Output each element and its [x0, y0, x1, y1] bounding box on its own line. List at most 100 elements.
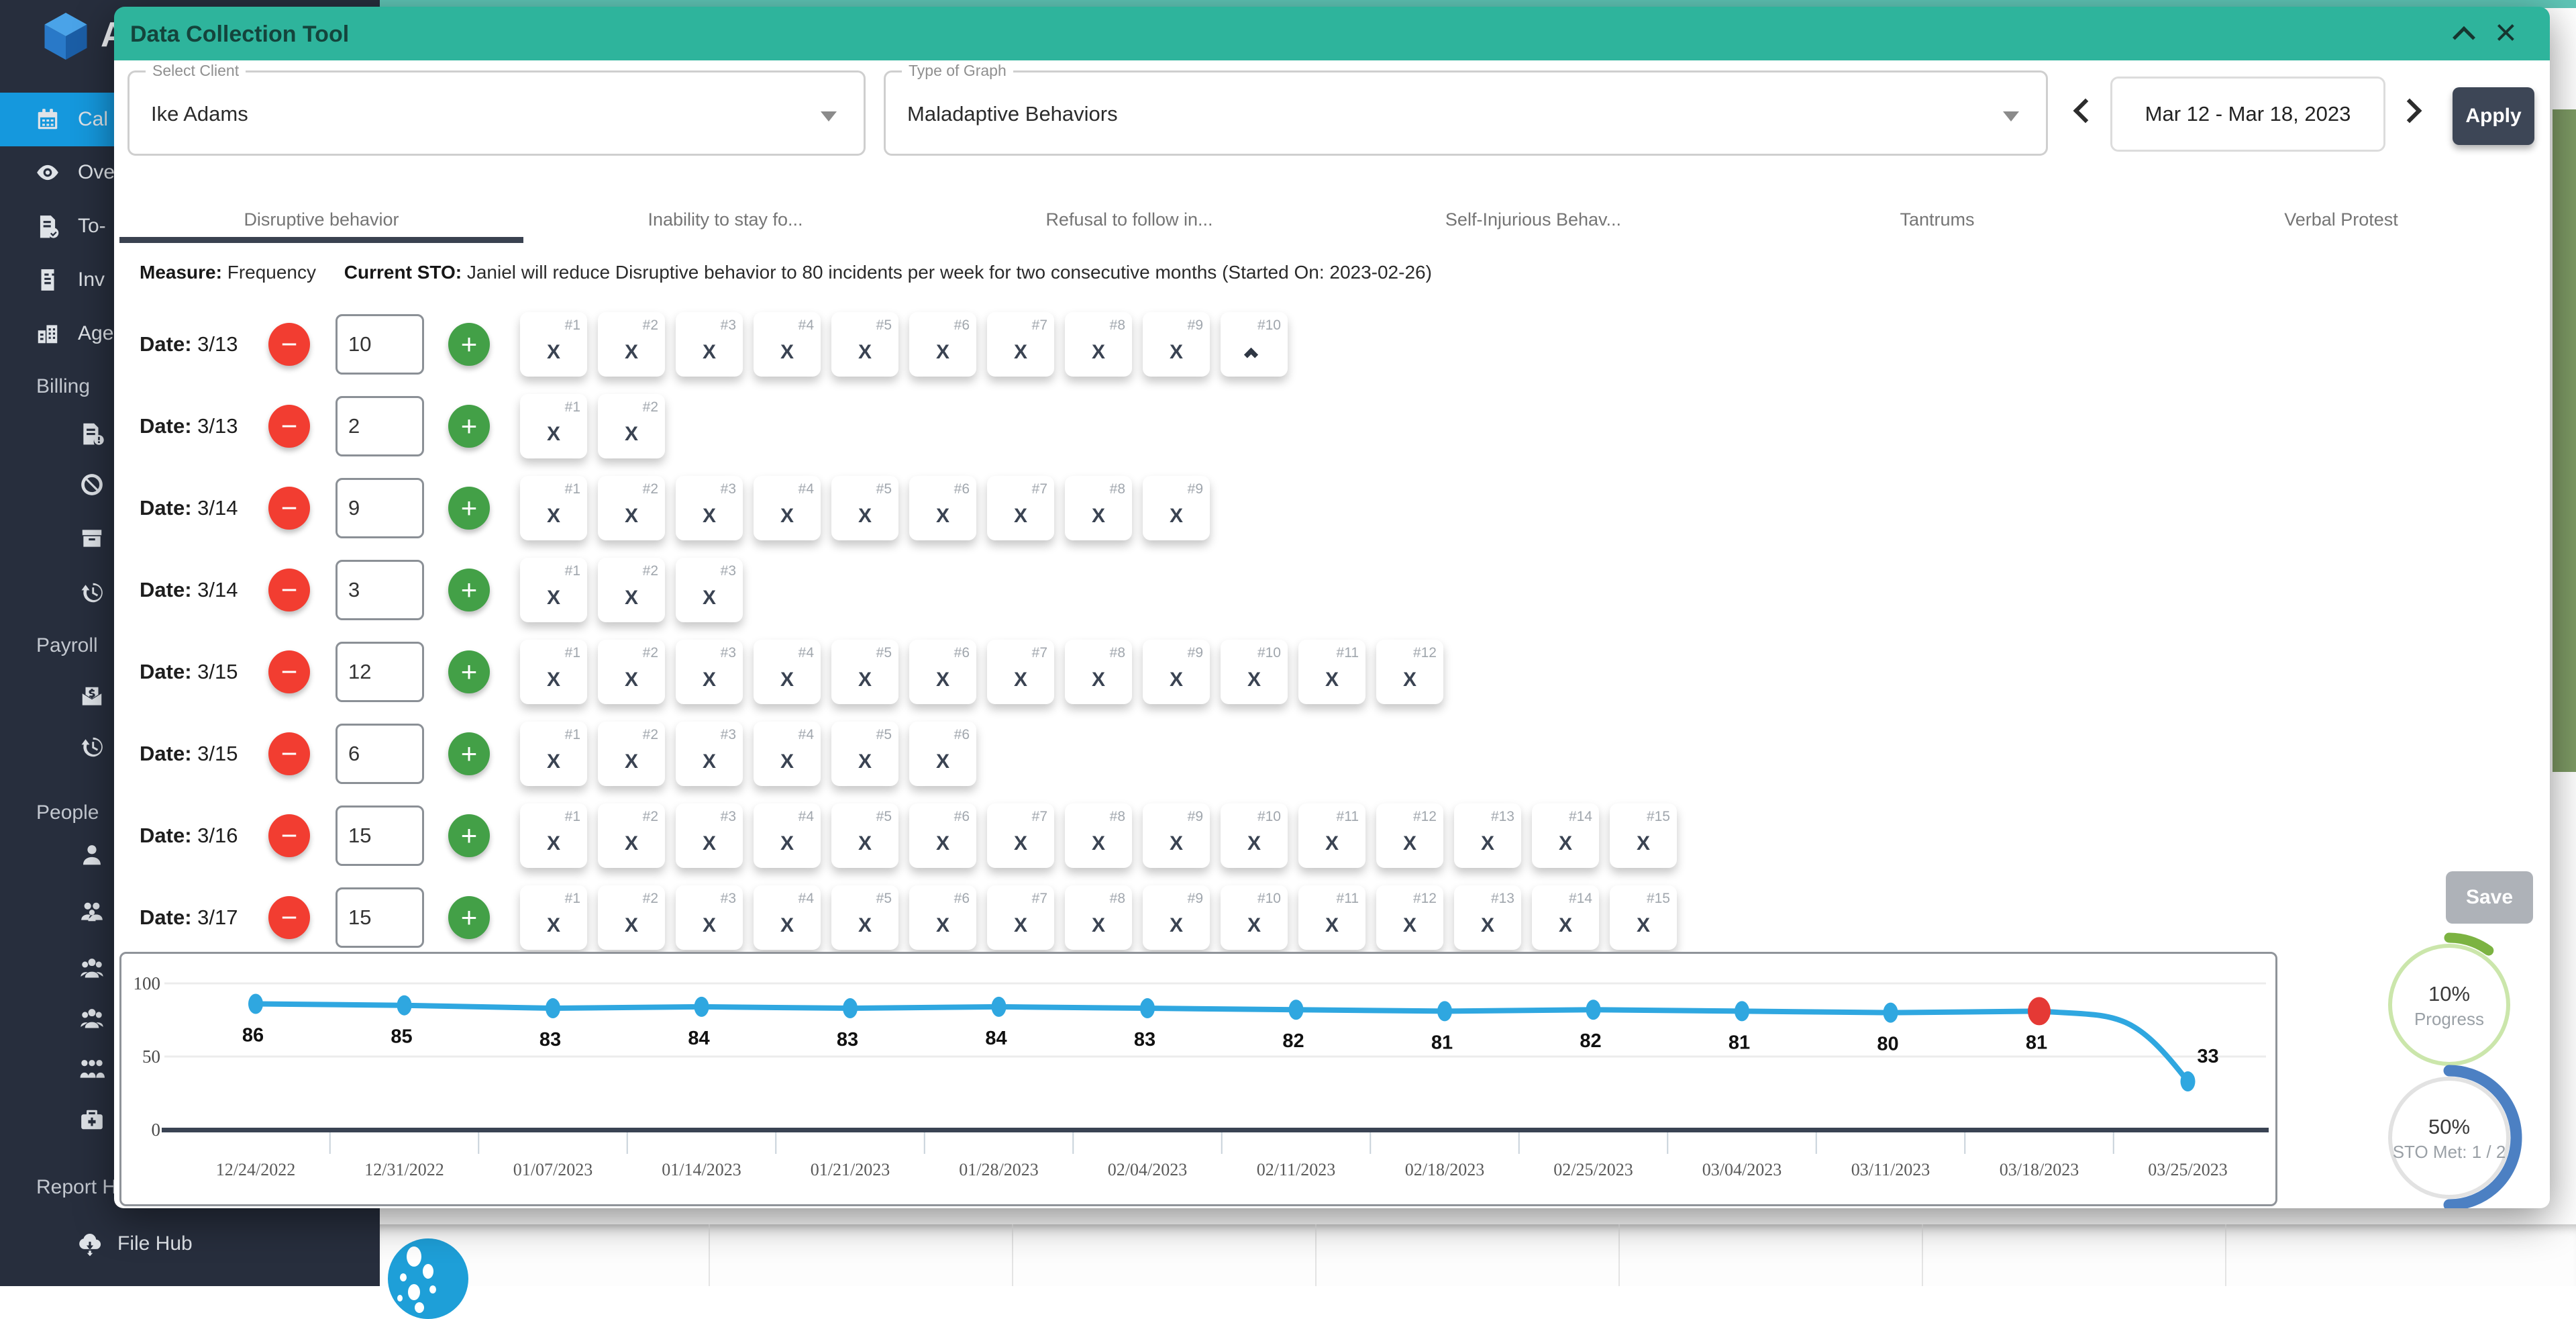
tab-verbal-protest[interactable]: Verbal Protest	[2139, 200, 2543, 243]
incident-chip[interactable]: #3X	[676, 476, 743, 540]
increment-button[interactable]: +	[448, 405, 490, 448]
incident-chip[interactable]: #4X	[754, 640, 821, 704]
incident-chip[interactable]: #9X	[1143, 640, 1210, 704]
incident-chip[interactable]: #10X	[1221, 885, 1288, 950]
incident-chip[interactable]: #10X	[1221, 803, 1288, 868]
incident-chip[interactable]: #14X	[1532, 885, 1599, 950]
incident-chip[interactable]: #7X	[987, 885, 1054, 950]
incident-chip[interactable]: #2X	[598, 885, 665, 950]
decrement-button[interactable]: −	[268, 323, 310, 366]
incident-chip[interactable]: #8X	[1065, 803, 1132, 868]
incident-chip[interactable]: #10X	[1221, 640, 1288, 704]
tab-refusal-to-follow-in[interactable]: Refusal to follow in...	[927, 200, 1331, 243]
incident-chip[interactable]: #1X	[520, 558, 587, 622]
incident-chip[interactable]: #8X	[1065, 312, 1132, 377]
collapse-icon[interactable]	[2453, 26, 2475, 49]
incident-chip[interactable]: #2X	[598, 803, 665, 868]
incident-chip[interactable]: #2X	[598, 722, 665, 786]
incident-chip[interactable]: #2X	[598, 312, 665, 377]
increment-button[interactable]: +	[448, 487, 490, 530]
chat-fab-icon[interactable]	[388, 1238, 468, 1319]
incident-chip[interactable]: #4X	[754, 312, 821, 377]
count-input[interactable]	[336, 560, 424, 620]
decrement-button[interactable]: −	[268, 650, 310, 693]
incident-chip[interactable]: #11X	[1298, 885, 1366, 950]
count-input[interactable]	[336, 314, 424, 375]
incident-chip[interactable]: #12X	[1376, 640, 1443, 704]
incident-chip[interactable]: #3X	[676, 312, 743, 377]
incident-chip[interactable]: #7X	[987, 640, 1054, 704]
decrement-button[interactable]: −	[268, 569, 310, 612]
incident-chip[interactable]: #1X	[520, 722, 587, 786]
incident-chip[interactable]: #12X	[1376, 885, 1443, 950]
increment-button[interactable]: +	[448, 732, 490, 775]
incident-chip[interactable]: #6X	[909, 722, 976, 786]
incident-chip[interactable]: #6X	[909, 640, 976, 704]
increment-button[interactable]: +	[448, 650, 490, 693]
incident-chip[interactable]: #3X	[676, 885, 743, 950]
incident-chip[interactable]: #4X	[754, 476, 821, 540]
graph-type-dropdown[interactable]: Type of Graph Maladaptive Behaviors	[884, 70, 2048, 156]
incident-chip[interactable]: #13X	[1454, 803, 1521, 868]
incident-chip[interactable]: #7X	[987, 312, 1054, 377]
sidebar-item-file-hub[interactable]: File Hub	[0, 1217, 380, 1271]
date-range-field[interactable]: Mar 12 - Mar 18, 2023	[2110, 77, 2385, 152]
incident-chip[interactable]: #5X	[831, 640, 898, 704]
incident-chip[interactable]: #6X	[909, 885, 976, 950]
incident-chip[interactable]: #6X	[909, 312, 976, 377]
incident-chip[interactable]: #5X	[831, 722, 898, 786]
incident-chip[interactable]: #9X	[1143, 885, 1210, 950]
incident-chip[interactable]: #1X	[520, 640, 587, 704]
incident-chip[interactable]: #8X	[1065, 885, 1132, 950]
incident-chip[interactable]: #3X	[676, 558, 743, 622]
apply-button[interactable]: Apply	[2453, 87, 2534, 145]
select-client-dropdown[interactable]: Select Client Ike Adams	[127, 70, 866, 156]
incident-chip[interactable]: #1X	[520, 885, 587, 950]
incident-chip[interactable]: #9X	[1143, 476, 1210, 540]
count-input[interactable]	[336, 642, 424, 702]
incident-chip[interactable]: #7X	[987, 476, 1054, 540]
incident-chip[interactable]: #15X	[1610, 885, 1677, 950]
increment-button[interactable]: +	[448, 569, 490, 612]
incident-chip[interactable]: #6X	[909, 803, 976, 868]
incident-chip[interactable]: #11X	[1298, 640, 1366, 704]
incident-chip[interactable]: #10	[1221, 312, 1288, 377]
incident-chip[interactable]: #4X	[754, 885, 821, 950]
incident-chip[interactable]: #2X	[598, 476, 665, 540]
incident-chip[interactable]: #3X	[676, 722, 743, 786]
incident-chip[interactable]: #14X	[1532, 803, 1599, 868]
incident-chip[interactable]: #9X	[1143, 312, 1210, 377]
incident-chip[interactable]: #4X	[754, 803, 821, 868]
decrement-button[interactable]: −	[268, 732, 310, 775]
save-button[interactable]: Save	[2446, 871, 2533, 924]
tab-inability-to-stay-fo[interactable]: Inability to stay fo...	[523, 200, 927, 243]
incident-chip[interactable]: #13X	[1454, 885, 1521, 950]
close-icon[interactable]: ×	[2495, 11, 2517, 54]
incident-chip[interactable]: #5X	[831, 803, 898, 868]
modal-header[interactable]: Data Collection Tool ×	[114, 7, 2550, 60]
incident-chip[interactable]: #11X	[1298, 803, 1366, 868]
incident-chip[interactable]: #2X	[598, 640, 665, 704]
count-input[interactable]	[336, 805, 424, 866]
tab-tantrums[interactable]: Tantrums	[1735, 200, 2139, 243]
decrement-button[interactable]: −	[268, 896, 310, 939]
decrement-button[interactable]: −	[268, 405, 310, 448]
incident-chip[interactable]: #8X	[1065, 476, 1132, 540]
incident-chip[interactable]: #3X	[676, 803, 743, 868]
incident-chip[interactable]: #7X	[987, 803, 1054, 868]
incident-chip[interactable]: #6X	[909, 476, 976, 540]
decrement-button[interactable]: −	[268, 487, 310, 530]
incident-chip[interactable]: #1X	[520, 476, 587, 540]
incident-chip[interactable]: #15X	[1610, 803, 1677, 868]
count-input[interactable]	[336, 724, 424, 784]
incident-chip[interactable]: #9X	[1143, 803, 1210, 868]
incident-chip[interactable]: #2X	[598, 394, 665, 458]
count-input[interactable]	[336, 887, 424, 948]
incident-chip[interactable]: #12X	[1376, 803, 1443, 868]
prev-week-icon[interactable]	[2073, 99, 2098, 124]
next-week-icon[interactable]	[2398, 99, 2422, 124]
decrement-button[interactable]: −	[268, 814, 310, 857]
increment-button[interactable]: +	[448, 323, 490, 366]
increment-button[interactable]: +	[448, 814, 490, 857]
incident-chip[interactable]: #5X	[831, 885, 898, 950]
